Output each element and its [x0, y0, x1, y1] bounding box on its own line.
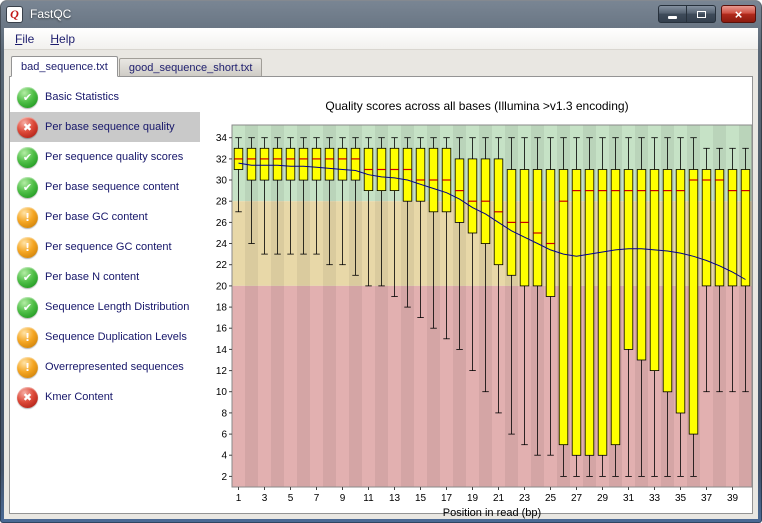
- client-area: File Help bad_sequence.txt good_sequence_s…: [4, 28, 758, 519]
- close-button[interactable]: ×: [721, 5, 756, 23]
- sidebar-item-label: Overrepresented sequences: [45, 361, 184, 373]
- svg-text:25: 25: [545, 493, 557, 504]
- svg-text:39: 39: [727, 493, 739, 504]
- svg-text:7: 7: [314, 493, 320, 504]
- svg-text:5: 5: [288, 493, 294, 504]
- sidebar-item-per-base-gc-content[interactable]: ! Per base GC content: [10, 202, 200, 232]
- svg-text:26: 26: [216, 218, 228, 229]
- svg-text:2: 2: [221, 472, 227, 483]
- svg-text:35: 35: [675, 493, 687, 504]
- svg-text:16: 16: [216, 324, 228, 335]
- workspace: bad_sequence.txt good_sequence_short.txt …: [4, 50, 758, 519]
- minimize-button[interactable]: [658, 5, 687, 23]
- svg-text:11: 11: [363, 493, 374, 504]
- fastqc-app-icon: Q: [6, 5, 23, 23]
- tab-bar: bad_sequence.txt good_sequence_short.txt: [9, 54, 753, 77]
- fail-icon: ✖: [17, 116, 38, 138]
- sidebar-item-sequence-length-distribution[interactable]: ✔ Sequence Length Distribution: [10, 292, 200, 322]
- sidebar-item-label: Per sequence quality scores: [45, 151, 184, 163]
- pass-icon: ✔: [17, 296, 38, 318]
- svg-text:21: 21: [493, 493, 505, 504]
- warn-icon: !: [17, 356, 38, 378]
- svg-text:1: 1: [236, 493, 242, 504]
- svg-text:15: 15: [415, 493, 427, 504]
- svg-text:22: 22: [216, 260, 228, 271]
- fastqc-window: Q FastQC × File Help bad_sequence.txt good…: [0, 0, 762, 523]
- fail-icon: ✖: [17, 386, 38, 408]
- svg-text:20: 20: [216, 281, 228, 292]
- sidebar-item-label: Per base N content: [45, 271, 140, 283]
- sidebar-item-sequence-duplication-levels[interactable]: ! Sequence Duplication Levels: [10, 322, 200, 352]
- pass-icon: ✔: [17, 146, 38, 168]
- chart-area: Quality scores across all bases (Illumin…: [200, 77, 753, 519]
- maximize-icon: [696, 10, 706, 18]
- svg-text:37: 37: [701, 493, 713, 504]
- sidebar-item-label: Sequence Length Distribution: [45, 301, 190, 313]
- sidebar-item-overrepresented-sequences[interactable]: ! Overrepresented sequences: [10, 352, 200, 382]
- module-list: ✔ Basic Statistics ✖ Per base sequence qual…: [10, 77, 200, 513]
- svg-text:29: 29: [597, 493, 609, 504]
- tab-good-sequence-short-txt[interactable]: good_sequence_short.txt: [118, 58, 263, 76]
- sidebar-item-per-sequence-gc-content[interactable]: ! Per sequence GC content: [10, 232, 200, 262]
- pass-icon: ✔: [17, 176, 38, 198]
- svg-text:27: 27: [571, 493, 583, 504]
- window-title: FastQC: [30, 7, 72, 21]
- svg-text:23: 23: [519, 493, 531, 504]
- svg-text:28: 28: [216, 197, 228, 208]
- svg-text:18: 18: [216, 303, 228, 314]
- sidebar-item-label: Per base GC content: [45, 211, 148, 223]
- minimize-icon: [668, 16, 677, 19]
- svg-text:30: 30: [216, 176, 228, 187]
- titlebar[interactable]: Q FastQC ×: [0, 0, 762, 28]
- warn-icon: !: [17, 206, 38, 228]
- svg-text:10: 10: [216, 387, 228, 398]
- sidebar-item-per-sequence-quality-scores[interactable]: ✔ Per sequence quality scores: [10, 142, 200, 172]
- svg-text:3: 3: [262, 493, 268, 504]
- quality-boxplot-chart: 2468101214161820222426283032341 3 5 7 9 11 13 1…: [216, 124, 753, 519]
- svg-text:8: 8: [221, 408, 227, 419]
- sidebar-item-label: Per base sequence quality: [45, 121, 175, 133]
- pass-icon: ✔: [17, 86, 38, 108]
- tab-bad-sequence-txt[interactable]: bad_sequence.txt: [11, 56, 118, 77]
- sidebar-item-per-base-sequence-quality[interactable]: ✖ Per base sequence quality: [10, 112, 200, 142]
- tab-content-panel: ✔ Basic Statistics ✖ Per base sequence qual…: [9, 76, 753, 519]
- svg-text:4: 4: [221, 451, 227, 462]
- sidebar-item-label: Sequence Duplication Levels: [45, 331, 187, 343]
- sidebar-item-kmer-content[interactable]: ✖ Kmer Content: [10, 382, 200, 412]
- sidebar-item-label: Per base sequence content: [45, 181, 179, 193]
- sidebar-item-label: Basic Statistics: [45, 91, 119, 103]
- svg-text:14: 14: [216, 345, 228, 356]
- svg-text:32: 32: [216, 154, 228, 165]
- svg-text:34: 34: [216, 133, 228, 144]
- menu-help[interactable]: Help: [42, 30, 83, 48]
- sidebar-item-label: Per sequence GC content: [45, 241, 172, 253]
- svg-text:6: 6: [221, 430, 227, 441]
- maximize-button[interactable]: [687, 5, 716, 23]
- chart-title: Quality scores across all bases (Illumin…: [325, 99, 629, 113]
- svg-text:9: 9: [340, 493, 346, 504]
- window-controls: ×: [658, 5, 756, 23]
- sidebar-item-per-base-sequence-content[interactable]: ✔ Per base sequence content: [10, 172, 200, 202]
- svg-text:19: 19: [467, 493, 479, 504]
- warn-icon: !: [17, 236, 38, 258]
- menubar: File Help: [4, 28, 758, 50]
- svg-text:17: 17: [441, 493, 453, 504]
- svg-text:31: 31: [623, 493, 635, 504]
- sidebar-item-basic-statistics[interactable]: ✔ Basic Statistics: [10, 82, 200, 112]
- sidebar-item-per-base-n-content[interactable]: ✔ Per base N content: [10, 262, 200, 292]
- sidebar-item-label: Kmer Content: [45, 391, 113, 403]
- svg-text:13: 13: [389, 493, 401, 504]
- svg-text:33: 33: [649, 493, 661, 504]
- warn-icon: !: [17, 326, 38, 348]
- svg-text:12: 12: [216, 366, 228, 377]
- menu-file[interactable]: File: [7, 30, 42, 48]
- pass-icon: ✔: [17, 266, 38, 288]
- svg-text:Position in read (bp): Position in read (bp): [443, 507, 541, 519]
- svg-text:24: 24: [216, 239, 228, 250]
